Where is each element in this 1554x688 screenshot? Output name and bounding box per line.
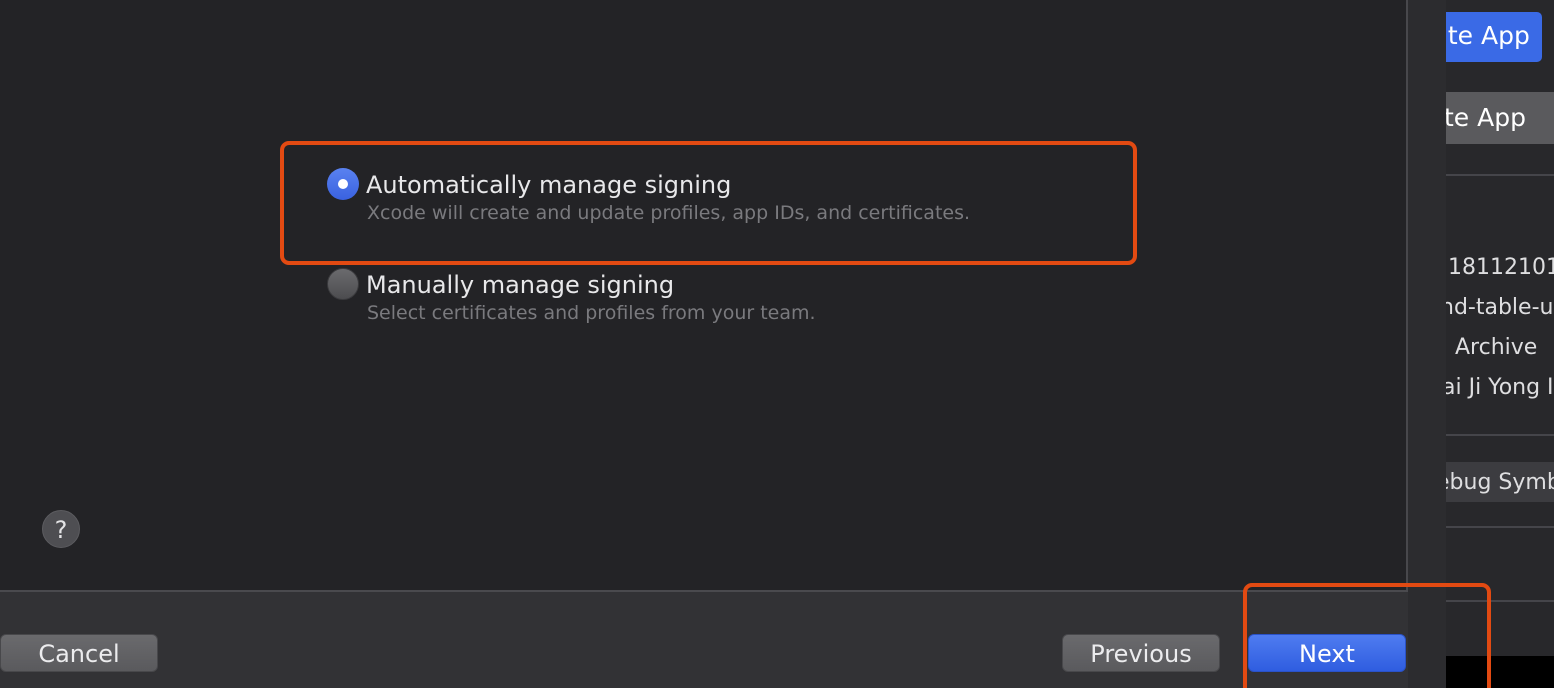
distribute-app-label: ute App — [1446, 21, 1530, 50]
manual-signing-title: Manually manage signing — [366, 271, 675, 299]
distribution-dialog: ute App te App 18112101) nd-table-u Arch… — [0, 0, 1554, 688]
automatic-signing-description: Xcode will create and update profiles, a… — [367, 202, 971, 224]
help-button[interactable]: ? — [42, 510, 80, 548]
archive-detail-type: Archive — [1455, 335, 1538, 360]
divider — [1446, 434, 1554, 436]
divider — [1446, 174, 1554, 176]
manual-signing-radio[interactable] — [327, 268, 359, 300]
archive-detail-identifier: nd-table-u — [1446, 295, 1554, 320]
archive-detail-team: ai Ji Yong I — [1446, 375, 1554, 400]
background-organizer-window: ute App te App 18112101) nd-table-u Arch… — [1446, 0, 1554, 688]
distribute-app-button[interactable]: ute App — [1446, 12, 1542, 62]
download-debug-symbols-button[interactable]: ebug Symb — [1446, 462, 1554, 502]
automatic-signing-title: Automatically manage signing — [366, 171, 732, 199]
cancel-button[interactable]: Cancel — [0, 634, 158, 672]
manual-signing-description: Select certificates and profiles from yo… — [367, 302, 816, 324]
sheet-edge — [1408, 0, 1446, 688]
download-debug-symbols-label: ebug Symb — [1446, 470, 1554, 495]
window-shadow — [1446, 656, 1554, 688]
archive-detail-version: 18112101) — [1448, 255, 1554, 280]
sheet-divider — [1406, 0, 1408, 590]
validate-app-button[interactable]: te App — [1446, 92, 1554, 144]
divider — [1446, 526, 1554, 528]
previous-button[interactable]: Previous — [1062, 634, 1220, 672]
divider — [1446, 600, 1554, 602]
next-button[interactable]: Next — [1248, 634, 1406, 672]
automatic-signing-radio[interactable] — [327, 168, 359, 200]
validate-app-label: te App — [1446, 103, 1526, 132]
signing-options-panel: Automatically manage signing Xcode will … — [0, 0, 1408, 590]
